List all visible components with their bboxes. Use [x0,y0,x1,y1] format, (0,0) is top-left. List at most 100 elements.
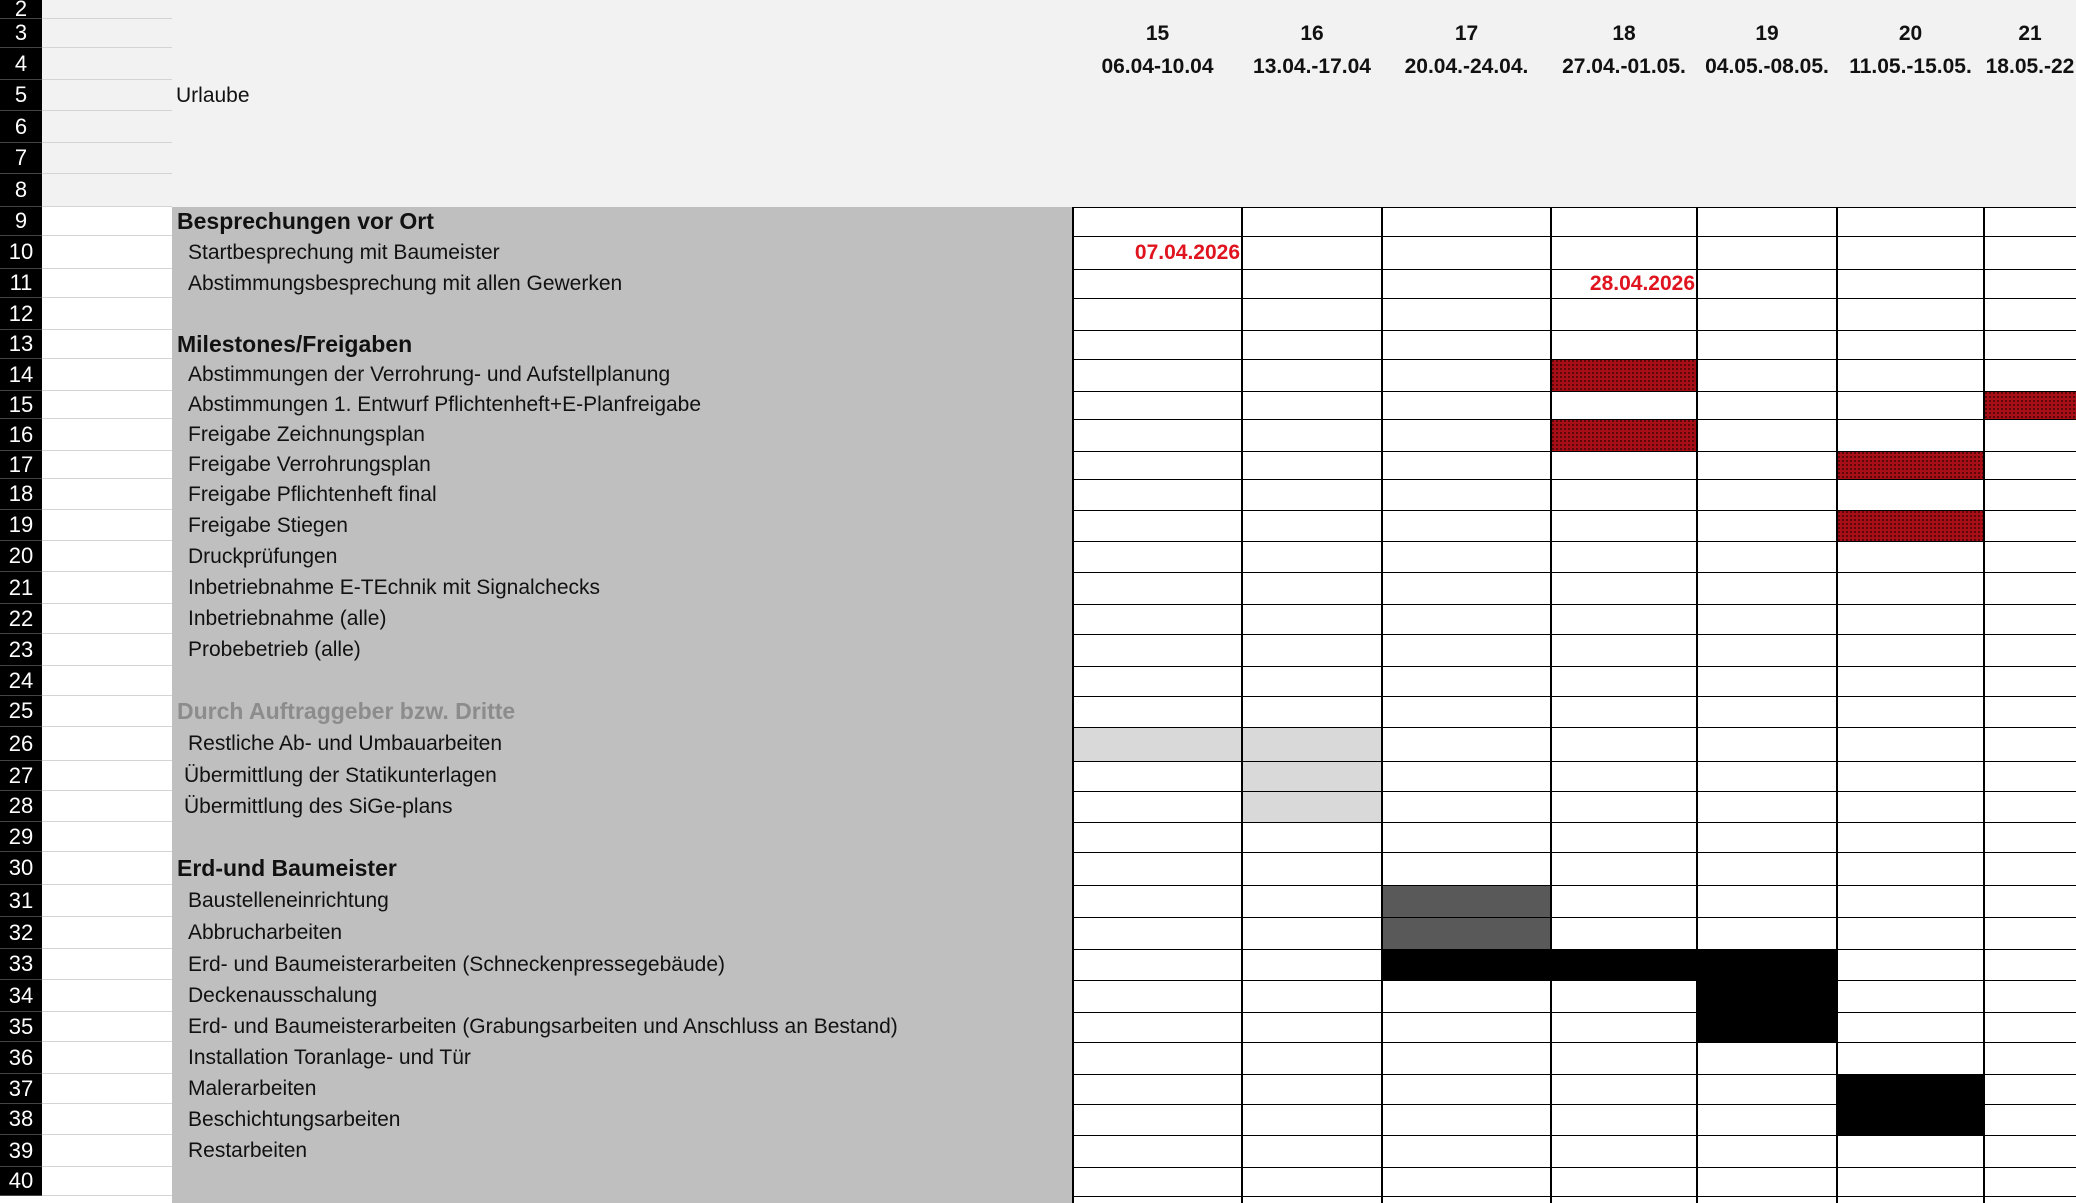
row-header[interactable]: 36 [0,1042,42,1074]
cell-border [42,760,172,761]
row-header[interactable]: 3 [0,19,42,48]
row-header[interactable]: 15 [0,391,42,419]
row-header[interactable]: 17 [0,451,42,479]
task-label: Probebetrieb (alle) [188,638,361,661]
row-header[interactable]: 7 [0,143,42,174]
row-header[interactable]: 39 [0,1135,42,1167]
week-number: 15 [1145,22,1170,45]
row-header[interactable]: 38 [0,1104,42,1135]
week-range: 13.04.-17.04 [1253,55,1371,78]
cell-border [42,173,172,174]
task-label: Freigabe Stiegen [188,513,348,537]
row-header[interactable]: 4 [0,48,42,80]
row-header[interactable]: 14 [0,359,42,391]
task-label: Übermittlung des SiGe-plans [184,794,453,818]
grid-line [1073,1167,2076,1168]
cell-border [42,979,172,980]
section-header: Besprechungen vor Ort [177,208,434,234]
grid-line [1073,510,2076,511]
row-header[interactable]: 27 [0,761,42,791]
grid-line [1073,761,2076,762]
grid-line [1836,207,1838,1203]
row-header[interactable]: 26 [0,727,42,761]
row-header[interactable]: 16 [0,419,42,451]
gantt-bar[interactable] [1382,949,1837,980]
row-header[interactable]: 18 [0,479,42,510]
grid-line [1073,207,2076,208]
grid-line [1072,207,1074,1203]
row-header[interactable]: 30 [0,852,42,885]
task-label: Inbetriebnahme E-TEchnik mit Signalcheck… [188,576,601,599]
gantt-bar[interactable] [1837,1104,1984,1135]
grid-line [1073,604,2076,605]
row-header[interactable]: 23 [0,634,42,666]
gantt-bar[interactable] [1382,885,1551,917]
gantt-bar[interactable] [1697,1012,1837,1042]
cell-border [42,142,172,143]
gantt-bar[interactable] [1073,727,1382,761]
gantt-bar[interactable] [1242,761,1382,791]
gantt-bar[interactable] [1837,1074,1984,1104]
row-header[interactable]: 24 [0,666,42,696]
spreadsheet-grid[interactable]: 2 3 4 5 6 7 8 9 10 11 12 13 14 15 16 17 18 19 20 21 22 23 24 25… [0,0,2076,1203]
row-header[interactable]: 29 [0,822,42,852]
blank-column[interactable] [42,207,172,1203]
week-number: 19 [1755,22,1779,45]
grid-line [1073,1042,2076,1043]
cell-border [42,633,172,634]
row-header[interactable]: 33 [0,949,42,980]
gantt-bar[interactable] [1382,917,1551,949]
cell-border [42,726,172,727]
meeting-date[interactable]: 28.04.2026 [1551,269,1695,298]
cell-border [42,884,172,885]
grid-line [1073,330,2076,331]
task-label: Übermittlung der Statikunterlagen [184,764,497,787]
row-header[interactable]: 19 [0,510,42,541]
milestone-bar[interactable] [1837,510,1984,541]
grid-line [1073,1074,2076,1075]
row-header[interactable]: 32 [0,917,42,949]
task-label: Startbesprechung mit Baumeister [188,240,500,264]
row-header[interactable]: 2 [0,0,42,21]
cell-border [42,1041,172,1042]
row-header[interactable]: 40 [0,1167,42,1196]
grid-line [1073,885,2076,886]
row-header[interactable]: 34 [0,980,42,1012]
grid-line [1073,822,2076,823]
row-header[interactable]: 6 [0,111,42,143]
task-label: Freigabe Zeichnungsplan [188,423,425,446]
row-header[interactable]: 28 [0,791,42,822]
row-header[interactable]: 22 [0,604,42,634]
row-header[interactable]: 13 [0,330,42,359]
cell-border [42,603,172,604]
row-header[interactable]: 9 [0,207,42,236]
task-label: Installation Toranlage- und Tür [188,1046,471,1069]
milestone-bar[interactable] [1837,451,1984,479]
row-header[interactable]: 5 [0,80,42,111]
grid-line [1550,207,1552,1203]
row-header[interactable]: 35 [0,1012,42,1042]
meeting-date[interactable]: 07.04.2026 [1073,236,1240,269]
row-header[interactable]: 12 [0,298,42,330]
row-header[interactable]: 21 [0,572,42,604]
milestone-bar[interactable] [1551,359,1697,391]
row-header[interactable]: 25 [0,696,42,727]
cell-border [42,540,172,541]
cell-border [42,110,172,111]
grid-line [1073,541,2076,542]
row-header[interactable]: 10 [0,236,42,269]
row-header[interactable]: 8 [0,174,42,207]
row-header[interactable]: 20 [0,541,42,572]
task-label: Abstimmungsbesprechung mit allen Gewerke… [188,271,623,295]
section-header: Milestones/Freigaben [177,331,413,357]
row-header[interactable]: 31 [0,885,42,917]
gantt-bar[interactable] [1697,980,1837,1012]
section-header: Erd-und Baumeister [177,855,397,881]
gantt-bar[interactable] [1242,791,1382,822]
grid-line [1073,634,2076,635]
milestone-bar[interactable] [1984,391,2076,419]
row-header[interactable]: 11 [0,269,42,298]
milestone-bar[interactable] [1551,419,1697,451]
grid-line [1073,1135,2076,1136]
row-header[interactable]: 37 [0,1074,42,1104]
